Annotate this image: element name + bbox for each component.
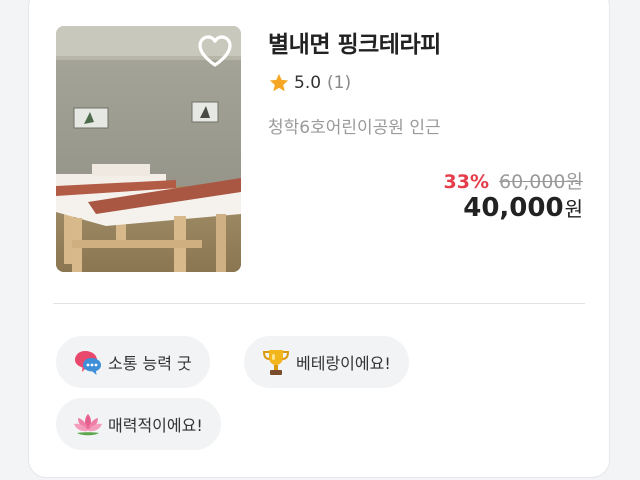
listing-title[interactable]: 별내면 핑크테라피 — [268, 25, 441, 59]
tag-label: 매력적이에요! — [108, 416, 203, 435]
review-count: (1) — [327, 73, 352, 93]
location-text: 청학6호어린이공원 인근 — [268, 118, 441, 138]
tag-chip-veteran[interactable]: 베테랑이에요! — [244, 336, 409, 388]
tag-label: 소통 능력 굿 — [108, 354, 192, 373]
listing-card[interactable]: 별내면 핑크테라피 5.0 (1) 청학6호어린이공원 인근 33% 60,00… — [28, 0, 610, 478]
lotus-icon — [74, 414, 102, 436]
divider — [53, 303, 585, 304]
original-price: 60,000원 — [499, 171, 583, 193]
tag-chip-charming[interactable]: 매력적이에요! — [56, 398, 221, 450]
rating-score: 5.0 — [294, 73, 322, 93]
speech-bubbles-icon — [75, 351, 101, 375]
price-discount-row: 33% 60,000원 — [444, 167, 583, 194]
final-price: 40,000 원 — [463, 193, 583, 223]
tag-chip-communication[interactable]: 소통 능력 굿 — [56, 336, 210, 388]
final-price-amount: 40,000 — [463, 193, 564, 223]
star-icon — [269, 73, 289, 92]
final-price-unit: 원 — [564, 197, 583, 221]
discount-rate: 33% — [443, 171, 490, 193]
tag-label: 베테랑이에요! — [296, 354, 391, 373]
favorite-heart-icon[interactable] — [197, 34, 233, 68]
trophy-icon — [262, 350, 290, 375]
rating: 5.0 (1) — [268, 71, 351, 95]
